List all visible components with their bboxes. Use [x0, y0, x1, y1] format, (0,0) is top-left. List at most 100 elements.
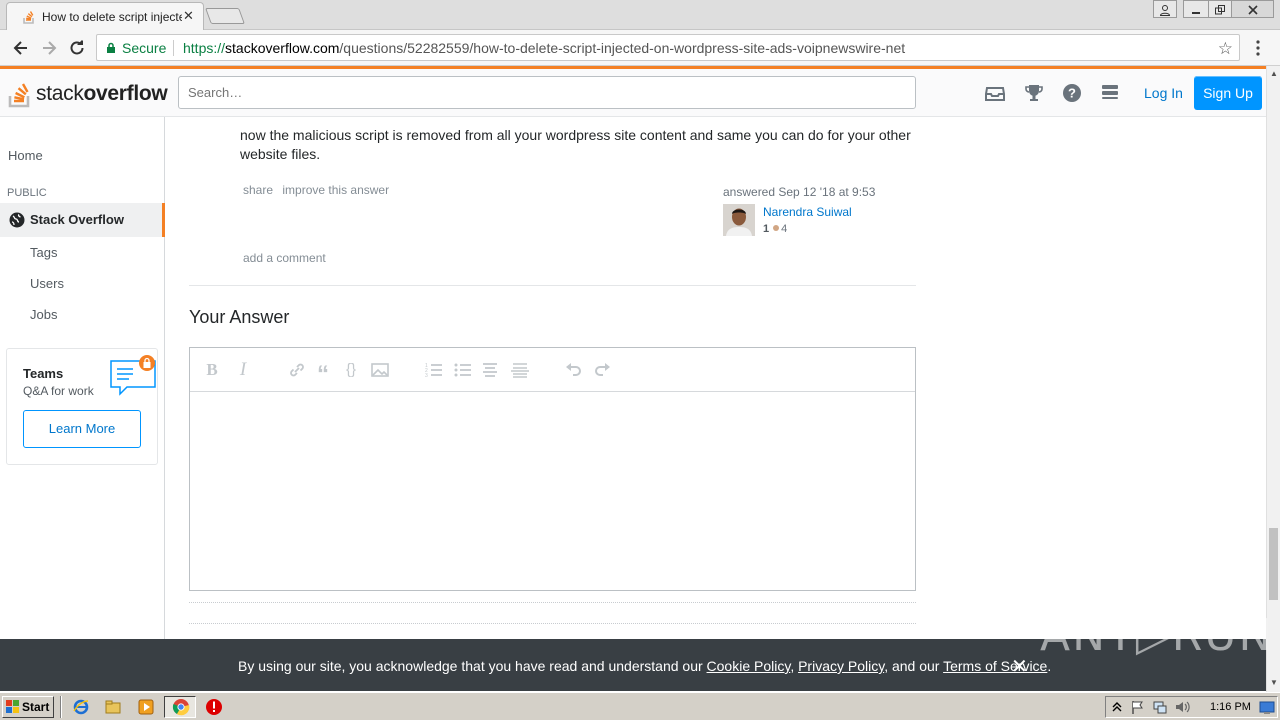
nav-stack-overflow-label: Stack Overflow: [30, 212, 124, 227]
nav-tags[interactable]: Tags: [30, 245, 57, 260]
scrollbar-thumb[interactable]: [1269, 528, 1278, 600]
browser-toolbar: Secure https://stackoverflow.com/questio…: [0, 30, 1280, 66]
url-scheme: https://: [183, 40, 226, 56]
globe-icon: [9, 212, 25, 228]
restore-button[interactable]: [1208, 0, 1232, 18]
action-center-flag-icon[interactable]: [1130, 699, 1146, 715]
user-reputation: 14: [763, 223, 787, 235]
back-arrow-icon[interactable]: [11, 38, 31, 58]
search-input[interactable]: [178, 76, 916, 109]
secure-label: Secure: [122, 40, 167, 56]
cookie-text-and: , and our: [884, 658, 944, 674]
undo-icon[interactable]: [564, 360, 584, 380]
help-icon[interactable]: ?: [1061, 82, 1083, 104]
nav-public-heading: PUBLIC: [7, 187, 47, 199]
taskbar-clock[interactable]: 1:16 PM: [1210, 701, 1251, 713]
trophy-icon[interactable]: [1023, 82, 1045, 104]
lock-icon: [107, 42, 115, 53]
heading-icon[interactable]: [480, 360, 500, 380]
privacy-policy-link[interactable]: Privacy Policy: [798, 658, 884, 674]
close-icon: [1247, 5, 1258, 15]
nav-jobs[interactable]: Jobs: [30, 307, 57, 322]
answered-timestamp[interactable]: answered Sep 12 '18 at 9:53: [723, 185, 875, 199]
improve-answer-link[interactable]: improve this answer: [282, 183, 389, 197]
nav-stack-overflow[interactable]: Stack Overflow: [0, 203, 165, 237]
section-divider: [189, 285, 916, 286]
link-icon[interactable]: [287, 360, 307, 380]
italic-icon[interactable]: I: [233, 360, 253, 380]
chrome-taskbar-button[interactable]: [164, 696, 196, 718]
cookie-policy-link[interactable]: Cookie Policy: [707, 658, 791, 674]
quote-icon[interactable]: “: [313, 360, 333, 388]
internet-explorer-icon[interactable]: [72, 698, 90, 716]
user-avatar[interactable]: [723, 204, 755, 236]
logo-word-stack: stack: [36, 82, 84, 105]
inbox-icon[interactable]: [984, 82, 1006, 104]
editor-divider-1: [189, 602, 916, 603]
network-icon[interactable]: [1152, 699, 1168, 715]
minimize-icon: [1192, 12, 1200, 14]
user-name-link[interactable]: Narendra Suiwal: [763, 205, 852, 219]
answer-textarea[interactable]: [190, 392, 915, 590]
login-link[interactable]: Log In: [1144, 85, 1183, 101]
chrome-menu-icon[interactable]: [1252, 38, 1264, 58]
your-answer-heading: Your Answer: [189, 307, 290, 327]
cookie-close-icon[interactable]: ✕: [1011, 654, 1028, 679]
answer-user-card: answered Sep 12 '18 at 9:53 Narendra Sui…: [723, 185, 915, 241]
teams-title: Teams: [23, 366, 64, 381]
url-text: https://stackoverflow.com/questions/5228…: [183, 40, 905, 56]
code-icon[interactable]: {}: [341, 360, 361, 380]
terms-of-service-link[interactable]: Terms of Service: [943, 658, 1047, 674]
minimize-button[interactable]: [1183, 0, 1209, 18]
tray-expand-icon[interactable]: [1111, 700, 1123, 714]
stackoverflow-logo-icon: [8, 83, 30, 108]
teams-promo-card: Teams Q&A for work Learn More: [6, 348, 158, 465]
scroll-up-arrow-icon[interactable]: ▲: [1270, 69, 1278, 78]
browser-tabstrip: How to delete script injected ✕: [0, 0, 1280, 30]
user-profile-button[interactable]: [1153, 0, 1177, 18]
reputation-score: 1: [763, 223, 770, 235]
horizontal-rule-icon[interactable]: [510, 360, 530, 380]
image-icon[interactable]: [370, 360, 390, 380]
media-player-icon[interactable]: [137, 698, 155, 716]
volume-icon[interactable]: [1174, 699, 1190, 715]
teams-subtitle: Q&A for work: [23, 384, 94, 398]
cookie-text-intro: By using our site, you acknowledge that …: [238, 658, 707, 674]
reload-icon[interactable]: [67, 38, 87, 58]
forward-arrow-icon[interactable]: [39, 38, 59, 58]
warning-app-icon[interactable]: [205, 698, 223, 716]
bold-icon[interactable]: B: [202, 360, 222, 380]
bulleted-list-icon[interactable]: [453, 360, 473, 380]
answer-editor: B I “ {} 123: [189, 347, 916, 591]
restore-icon: [1215, 5, 1225, 15]
page-scrollbar[interactable]: ▲ ▼: [1266, 66, 1280, 692]
nav-home[interactable]: Home: [8, 148, 43, 163]
svg-text:?: ?: [1068, 86, 1076, 101]
url-host: stackoverflow.com: [225, 40, 340, 56]
learn-more-button[interactable]: Learn More: [23, 410, 141, 448]
answer-body: now the malicious script is removed from…: [240, 127, 911, 162]
numbered-list-icon[interactable]: 123: [424, 360, 444, 380]
redo-icon[interactable]: [592, 360, 612, 380]
scroll-down-arrow-icon[interactable]: ▼: [1270, 678, 1278, 687]
windows-flag-icon: [6, 700, 19, 713]
close-window-button[interactable]: [1231, 0, 1274, 18]
left-sidebar: Home PUBLIC Stack Overflow Tags Users Jo…: [0, 117, 165, 639]
site-switcher-icon[interactable]: [1099, 82, 1121, 104]
bronze-badge-icon: [773, 225, 780, 231]
signup-button[interactable]: Sign Up: [1194, 76, 1262, 110]
teams-chat-illustration-icon: [110, 355, 156, 396]
new-tab-button[interactable]: [205, 8, 245, 24]
bookmark-star-icon[interactable]: ☆: [1218, 39, 1233, 59]
browser-tab[interactable]: How to delete script injected ✕: [6, 2, 204, 30]
add-comment-link[interactable]: add a comment: [243, 251, 326, 265]
show-desktop-icon[interactable]: [1259, 701, 1275, 715]
tab-close-icon[interactable]: ✕: [183, 8, 194, 24]
start-button[interactable]: Start: [2, 696, 54, 718]
share-link[interactable]: share: [243, 183, 273, 197]
tab-title: How to delete script injected: [42, 10, 182, 24]
anyrun-watermark: ANY▷RUN: [1040, 610, 1274, 661]
nav-users[interactable]: Users: [30, 276, 64, 291]
address-bar[interactable]: Secure https://stackoverflow.com/questio…: [96, 34, 1240, 61]
file-explorer-icon[interactable]: [104, 698, 122, 716]
